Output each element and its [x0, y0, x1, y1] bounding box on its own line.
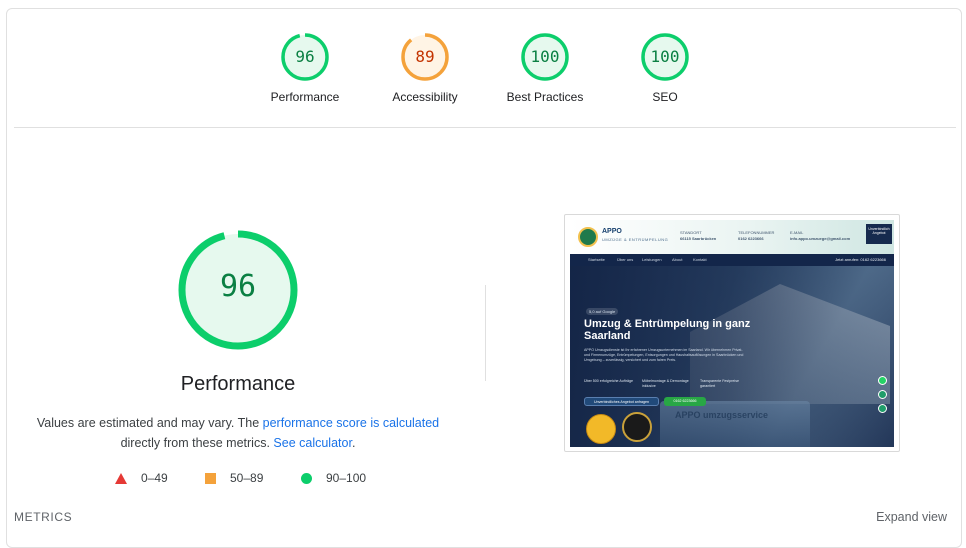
score-calculated-link[interactable]: performance score is calculated [263, 416, 439, 430]
website-preview: APPO UMZÜGE & ENTRÜMPELUNG STANDORT 66115… [570, 220, 894, 447]
legend-fail: 0–49 [115, 471, 168, 485]
site-nav: Startseite Über uns Leistungen About Kon… [570, 254, 894, 266]
gauge-performance[interactable]: 96 Performance [245, 32, 365, 104]
truck-text: APPO umzugsservice [675, 410, 769, 420]
header-phone: TELEFONNUMMER 0162 6223666 [738, 230, 774, 242]
header-email-value: info.appo.umzuege@gmail.com [790, 236, 851, 241]
legend-average: 50–89 [205, 471, 263, 485]
header-address: STANDORT 66115 Saarbrücken [680, 230, 716, 242]
header-phone-label: TELEFONNUMMER [738, 230, 775, 235]
desc-text: directly from these metrics. [120, 436, 274, 450]
hero-cta-quote: Unverbindliches Angebot anfragen [584, 397, 659, 406]
gauge-score: 100 [650, 47, 680, 66]
legend-average-label: 50–89 [230, 471, 264, 485]
hero-badge: 5,0 auf Google [586, 308, 619, 315]
hero-feature: Möbelmontage & Demontage inklusive [642, 379, 689, 388]
site-nav-item: About [672, 257, 683, 262]
site-logo [578, 227, 598, 247]
header-address-value: 66115 Saarbrücken [680, 236, 717, 241]
expand-view-button[interactable]: Expand view [876, 510, 947, 524]
score-legend: 0–49 50–89 90–100 [0, 471, 480, 489]
gauge-best-practices[interactable]: 100 Best Practices [485, 32, 605, 104]
whatsapp-icon [878, 376, 887, 385]
header-phone-value: 0162 6223666 [738, 236, 764, 241]
header-address-label: STANDORT [680, 230, 702, 235]
score-description: Values are estimated and may vary. The p… [36, 413, 440, 453]
vertical-divider [485, 285, 486, 381]
mail-icon [878, 404, 887, 413]
category-gauges: 96 Performance 89 Accessibility 100 Best… [0, 32, 966, 112]
legend-fail-label: 0–49 [141, 471, 168, 485]
square-icon [205, 472, 216, 484]
hero-feature: Über 500 erfolgreiche Aufträge [584, 379, 633, 383]
seal-badge-icon [622, 412, 652, 442]
circle-icon [301, 472, 312, 484]
performance-title: Performance [180, 373, 296, 395]
gauge-label: Performance [270, 90, 340, 104]
gauge-score: 89 [415, 47, 435, 66]
header-email-label: E-MAIL [790, 230, 804, 235]
desc-text: . [351, 436, 356, 450]
gauge-accessibility[interactable]: 89 Accessibility [365, 32, 485, 104]
hero-feature: Transparente Festpreise garantiert [700, 379, 740, 388]
triangle-icon [115, 472, 127, 484]
gauge-label: Accessibility [392, 90, 458, 104]
header-divider [14, 127, 956, 128]
site-nav-item: Startseite [588, 257, 605, 262]
desc-text: Values are estimated and may vary. The [36, 416, 263, 430]
metrics-heading: METRICS [14, 510, 73, 524]
site-brand: APPO [602, 228, 622, 235]
gauge-seo[interactable]: 100 SEO [605, 32, 725, 104]
site-brand-sub: UMZÜGE & ENTRÜMPELUNG [602, 237, 669, 242]
site-nav-item: Leistungen [642, 257, 662, 262]
header-cta-button: Unverbindlich Angebot [866, 224, 892, 244]
hero-title: Umzug & Entrümpelung in ganz Saarland [584, 318, 751, 342]
phone-icon [878, 390, 887, 399]
seal-badge-icon [586, 414, 616, 444]
performance-score: 96 [219, 269, 257, 304]
gauge-label: SEO [652, 90, 678, 104]
truck-image [660, 401, 810, 447]
gauge-score: 100 [530, 47, 560, 66]
site-header: APPO UMZÜGE & ENTRÜMPELUNG STANDORT 66115… [570, 220, 894, 254]
header-email: E-MAIL info.appo.umzuege@gmail.com [790, 230, 850, 242]
legend-pass-label: 90–100 [326, 471, 367, 485]
site-hero: APPO umzugsservice 5,0 auf Google Umzug … [570, 266, 894, 447]
gauge-score: 96 [295, 47, 315, 66]
site-nav-phone: Jetzt anrufen: 0162 6223666 [835, 257, 886, 262]
final-screenshot[interactable]: APPO UMZÜGE & ENTRÜMPELUNG STANDORT 66115… [564, 214, 900, 452]
site-nav-item: Kontakt [693, 257, 707, 262]
hero-text: APPO Umzugsdienste ist Ihr erfahrener Um… [584, 348, 744, 362]
see-calculator-link[interactable]: See calculator [273, 436, 352, 450]
gauge-label: Best Practices [506, 90, 584, 104]
hero-cta-phone: 0162 6223666 [664, 397, 706, 406]
site-nav-item: Über uns [617, 257, 634, 262]
legend-pass: 90–100 [301, 471, 366, 485]
